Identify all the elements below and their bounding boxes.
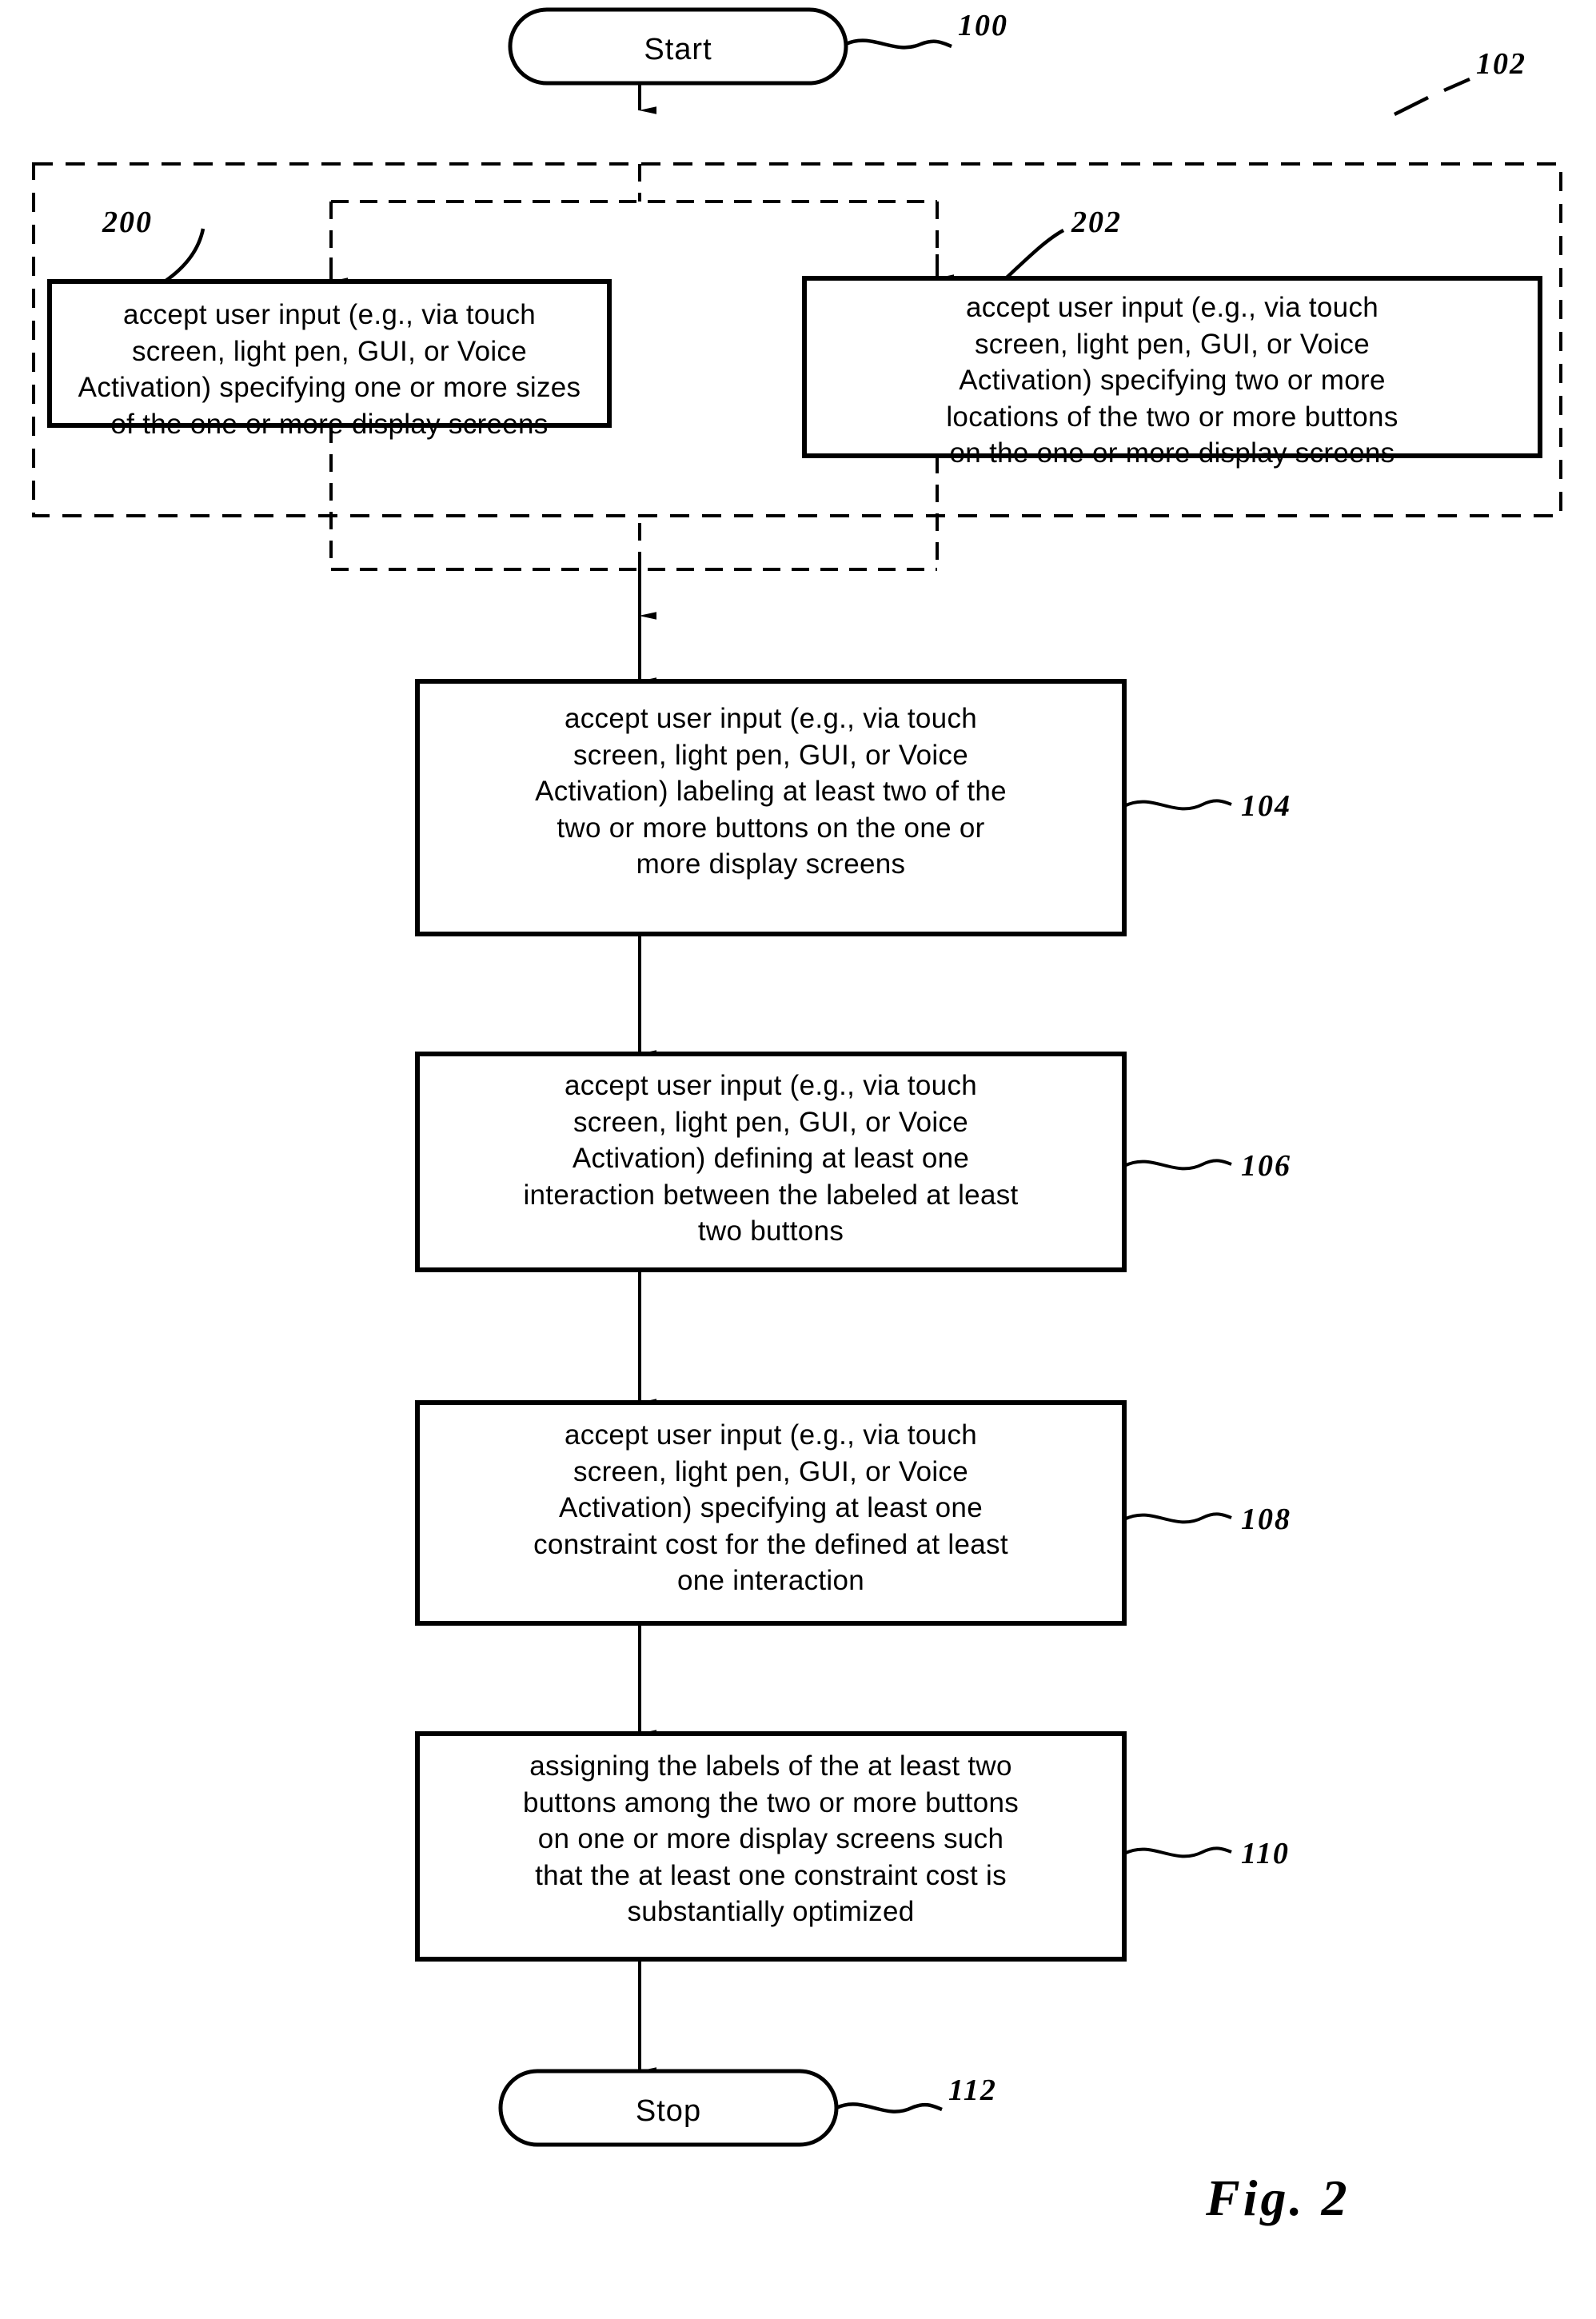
- leader-108: [1123, 1512, 1232, 1524]
- leader-202: [1004, 229, 1065, 280]
- leader-102: [1393, 77, 1470, 117]
- ref-112: 112: [948, 2074, 997, 2107]
- leader-110: [1123, 1846, 1232, 1858]
- leader-104: [1123, 799, 1232, 811]
- ref-200: 200: [102, 206, 153, 239]
- figure-caption: Fig. 2: [1206, 2169, 1351, 2226]
- patent-figure-sheet: Start 100 102 accept user input (e.g., v…: [0, 0, 1596, 2319]
- ref-104: 104: [1241, 789, 1291, 823]
- ref-110: 110: [1241, 1837, 1290, 1870]
- ref-202: 202: [1071, 206, 1122, 239]
- step106-label: accept user input (e.g., via touch scree…: [523, 1070, 1019, 1247]
- ref-102: 102: [1476, 47, 1526, 81]
- start-terminal-label: Start: [644, 33, 712, 66]
- stop-terminal-label: Stop: [635, 2094, 702, 2128]
- step104-label: accept user input (e.g., via touch scree…: [535, 703, 1007, 880]
- step202-label: accept user input (e.g., via touch scree…: [946, 292, 1398, 469]
- leader-200: [163, 228, 205, 283]
- ref-108: 108: [1241, 1503, 1291, 1536]
- ref-100: 100: [958, 9, 1008, 42]
- step108-label: accept user input (e.g., via touch scree…: [533, 1419, 1008, 1596]
- step110-label: assigning the labels of the at least two…: [522, 1750, 1019, 1927]
- leader-106: [1123, 1159, 1232, 1171]
- leader-112: [836, 2102, 943, 2113]
- leader-100: [845, 38, 952, 50]
- step200-label: accept user input (e.g., via touch scree…: [78, 299, 581, 440]
- ref-106: 106: [1241, 1149, 1291, 1183]
